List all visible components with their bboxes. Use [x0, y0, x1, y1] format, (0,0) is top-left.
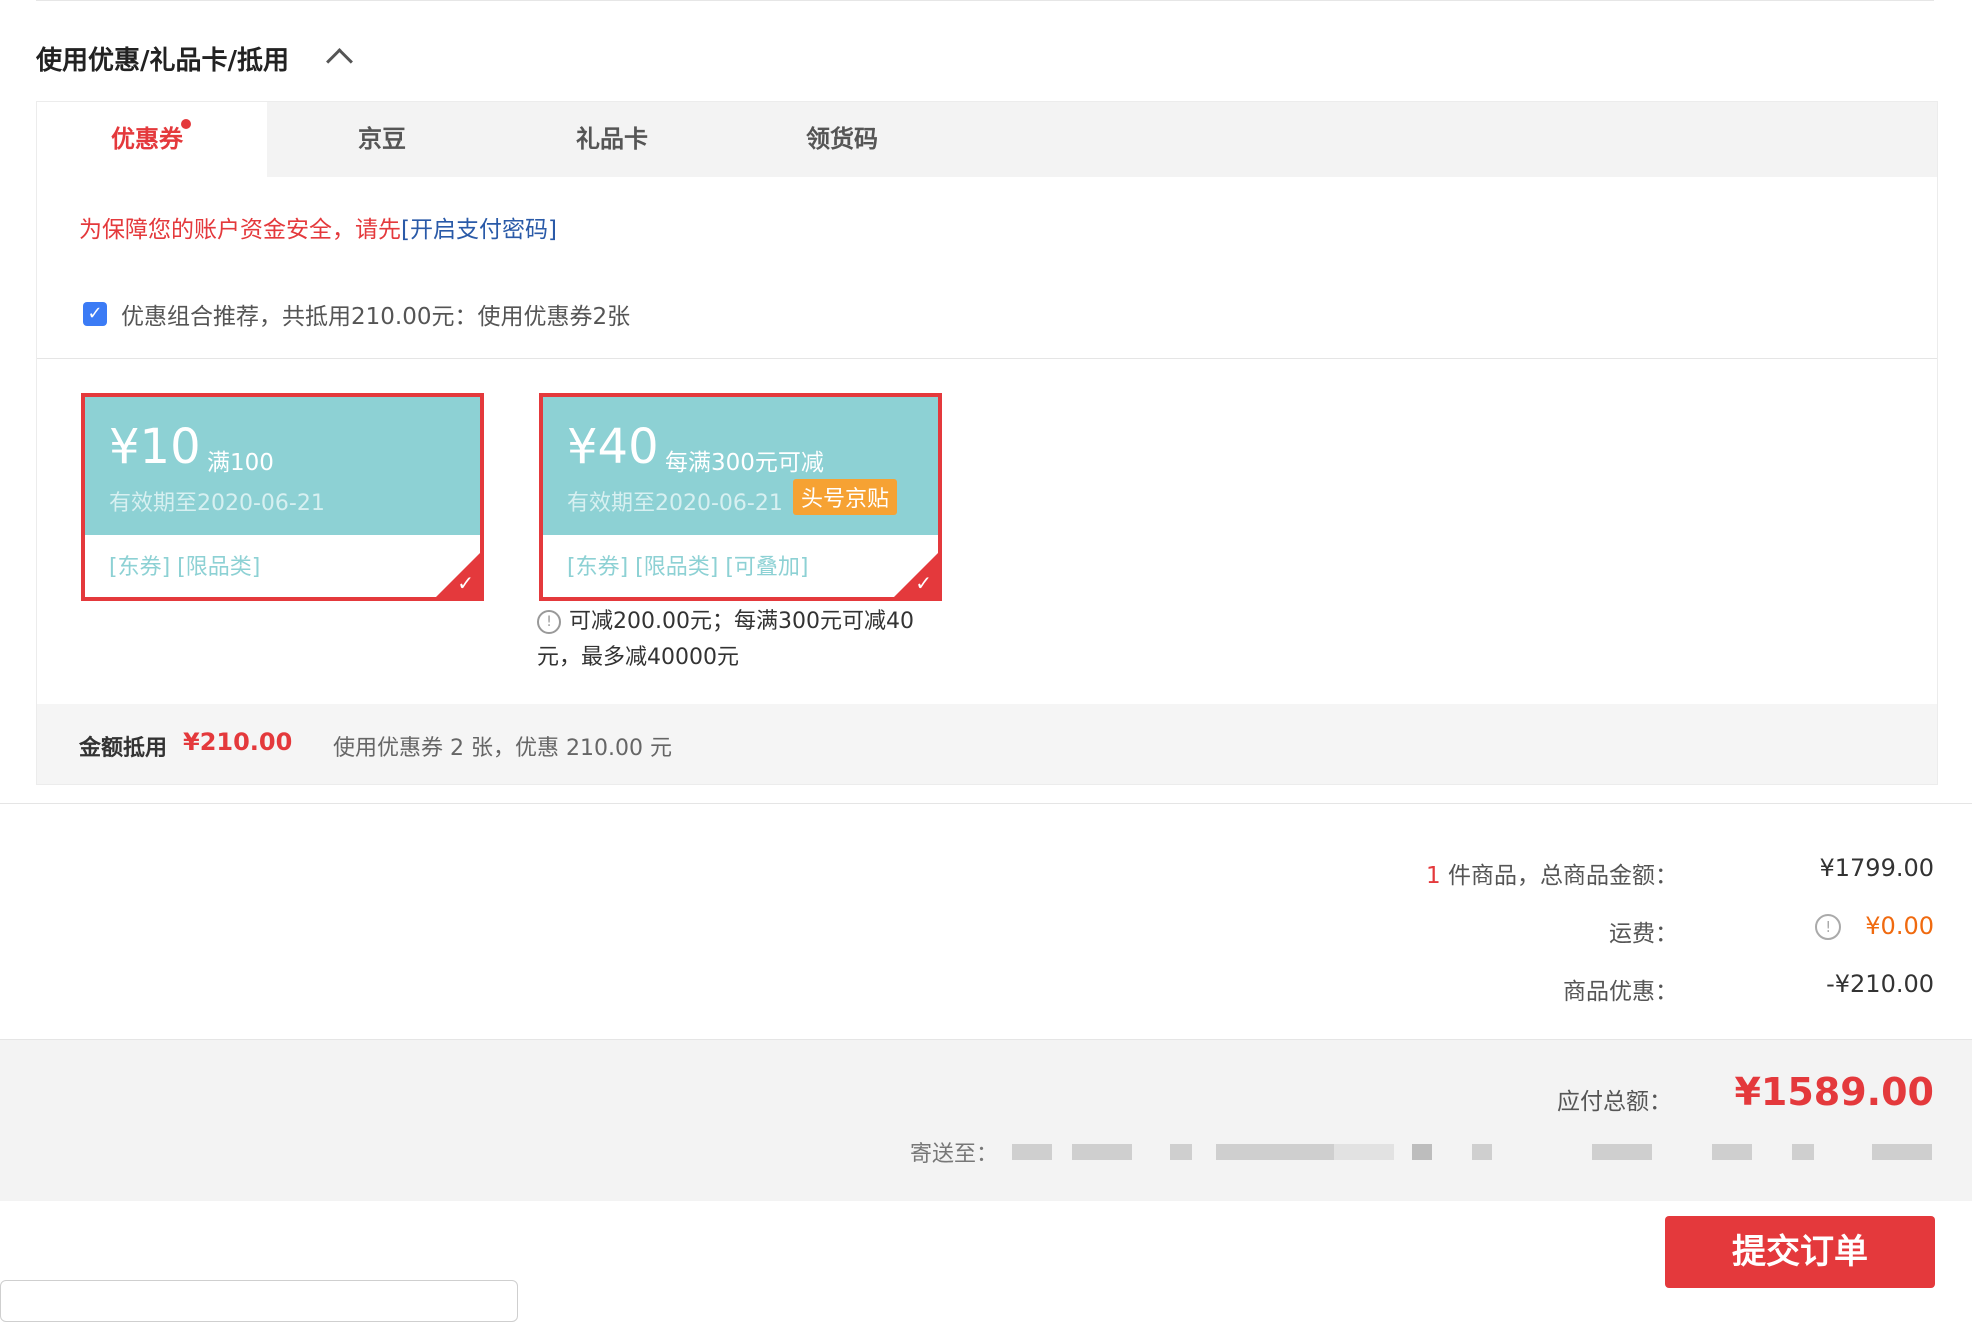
section-divider	[0, 803, 1972, 804]
redacted-address	[1072, 1144, 1132, 1160]
redacted-address	[1170, 1144, 1192, 1160]
item-count: 1	[1426, 863, 1441, 889]
goods-total-label: 1 件商品，总商品金额：	[1426, 856, 1678, 890]
new-dot-icon	[181, 119, 191, 129]
redacted-address	[1216, 1144, 1336, 1160]
redacted-address	[1592, 1144, 1652, 1160]
info-icon: !	[537, 610, 561, 634]
coupon-expiry: 有效期至2020-06-21	[109, 491, 325, 516]
coupon-tags: [东券] [限品类]	[109, 555, 261, 580]
coupon-amount: ¥10	[109, 419, 201, 475]
submit-order-button[interactable]: 提交订单	[1665, 1216, 1935, 1288]
payable-label: 应付总额：	[1557, 1089, 1672, 1115]
coupon-amount: ¥40	[567, 419, 659, 475]
redacted-address	[1334, 1144, 1394, 1160]
coupon-card[interactable]: ¥10 满100 有效期至2020-06-21 [东券] [限品类] ✓	[81, 393, 484, 601]
tab-bar: 优惠券 京豆 礼品卡 领货码	[37, 102, 1937, 177]
security-warning: 为保障您的账户资金安全，请先[开启支付密码]	[79, 210, 557, 244]
goods-total-value: ¥1799.00	[1819, 854, 1934, 882]
redacted-address	[1472, 1144, 1492, 1160]
coupon-header: ¥40 每满300元可减 有效期至2020-06-21 头号京贴	[543, 397, 938, 535]
shipping-label: 运费：	[1609, 921, 1678, 947]
shipping-value: ¥0.00	[1865, 912, 1934, 940]
tab-jingdou[interactable]: 京豆	[267, 102, 497, 177]
check-icon: ✓	[915, 571, 932, 595]
coupon-tags: [东券] [限品类] [可叠加]	[567, 555, 809, 580]
tab-label: 领货码	[806, 125, 878, 153]
section-title: 使用优惠/礼品卡/抵用	[36, 46, 289, 76]
tab-label: 礼品卡	[576, 125, 648, 153]
tab-label: 优惠券	[111, 125, 183, 153]
summary-desc: 使用优惠券 2 张，优惠 210.00 元	[333, 736, 672, 761]
panel-divider	[37, 358, 1937, 359]
coupon-header: ¥10 满100 有效期至2020-06-21	[85, 397, 480, 535]
coupon-condition: 每满300元可减	[665, 450, 824, 476]
coupon-badge: 头号京贴	[793, 479, 898, 515]
tab-gift-card[interactable]: 礼品卡	[497, 102, 727, 177]
tab-pickup-code[interactable]: 领货码	[727, 102, 957, 177]
coupon-note: ! 可减200.00元；每满300元可减40元，最多减40000元	[537, 604, 917, 676]
warning-text: 为保障您的账户资金安全，请先	[79, 217, 401, 243]
tab-coupons[interactable]: 优惠券	[37, 102, 267, 177]
ship-to-label: 寄送至：	[910, 1142, 999, 1167]
coupon-expiry: 有效期至2020-06-21	[567, 491, 783, 516]
tab-label: 京豆	[358, 125, 406, 153]
top-divider	[36, 0, 1934, 1]
shipping-info-icon[interactable]: !	[1815, 914, 1842, 940]
coupon-card[interactable]: ¥40 每满300元可减 有效期至2020-06-21 头号京贴 [东券] [限…	[539, 393, 942, 601]
enable-pay-password-link[interactable]: [开启支付密码]	[401, 217, 557, 243]
check-icon: ✓	[457, 571, 474, 595]
shipping-row: ! ¥0.00	[1815, 912, 1934, 940]
summary-amount: ¥210.00	[183, 728, 293, 756]
combo-text: 优惠组合推荐，共抵用210.00元：使用优惠券2张	[121, 304, 631, 330]
coupon-condition: 满100	[207, 450, 274, 476]
deduction-summary: 金额抵用 ¥210.00 使用优惠券 2 张，优惠 210.00 元	[37, 704, 1937, 784]
combo-recommend: ✓ 优惠组合推荐，共抵用210.00元：使用优惠券2张	[83, 297, 630, 331]
redacted-address	[1412, 1144, 1432, 1160]
discount-value: -¥210.00	[1826, 970, 1934, 998]
redacted-address	[1792, 1144, 1814, 1160]
payable-value: ¥1589.00	[1734, 1070, 1934, 1114]
discount-panel: 优惠券 京豆 礼品卡 领货码 为保障您的账户资金安全，请先[开启支付密码] ✓ …	[36, 101, 1938, 785]
summary-label: 金额抵用	[79, 736, 168, 761]
floating-panel	[0, 1280, 518, 1322]
collapse-caret-icon[interactable]	[326, 48, 353, 75]
goods-label-text: 件商品，总商品金额：	[1440, 863, 1678, 889]
payable-bar: 应付总额： ¥1589.00 寄送至：	[0, 1039, 1972, 1201]
redacted-address	[1872, 1144, 1932, 1160]
coupon-note-text: 可减200.00元；每满300元可减40元，最多减40000元	[537, 609, 914, 670]
discount-label: 商品优惠：	[1563, 979, 1678, 1005]
combo-checkbox[interactable]: ✓	[83, 302, 107, 326]
redacted-address	[1012, 1144, 1052, 1160]
redacted-address	[1712, 1144, 1752, 1160]
